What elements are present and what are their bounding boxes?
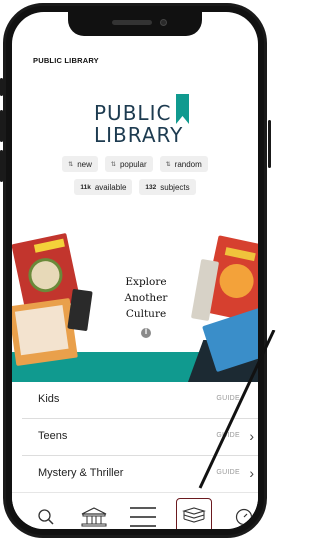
sort-chip-row: ⇅ new ⇅ popular ⇅ random — [12, 156, 258, 172]
page-title: PUBLIC LIBRARY — [33, 56, 99, 65]
sort-icon: ⇅ — [165, 161, 171, 168]
tab-books[interactable] — [176, 498, 212, 529]
hero-line-2: Another — [124, 292, 168, 304]
tab-menu[interactable] — [127, 501, 159, 529]
tab-history[interactable] — [228, 501, 258, 529]
subjects-count: 132 — [145, 183, 157, 191]
book-cover-left-bottom — [12, 297, 78, 367]
hero-banner[interactable]: Explore Another Culture ‖ — [12, 230, 258, 382]
guide-label: GUIDE — [216, 469, 240, 476]
hero-title: Explore Another Culture — [116, 274, 176, 322]
books-stack-icon — [182, 507, 206, 523]
speaker — [112, 20, 152, 25]
menu-icon — [130, 507, 156, 527]
category-list: Kids GUIDE Teens GUIDE › Mystery & Thril… — [22, 382, 258, 493]
guide-label: GUIDE — [216, 395, 240, 402]
chip-random[interactable]: ⇅ random — [159, 156, 208, 172]
list-item[interactable]: Mystery & Thriller GUIDE › — [22, 456, 258, 493]
stats-chip-row: 11k available 132 subjects — [12, 179, 258, 195]
public-library-logo: PUBLIC LIBRARY — [94, 90, 194, 150]
available-count: 11k — [80, 183, 91, 191]
subjects-label: subjects — [160, 182, 190, 192]
hero-line-1: Explore — [125, 276, 167, 288]
book-cover-dark — [67, 288, 93, 332]
hero-line-3: Culture — [125, 308, 167, 320]
chip-new[interactable]: ⇅ new — [62, 156, 98, 172]
chip-new-label: new — [77, 159, 92, 169]
list-item[interactable]: Kids GUIDE — [22, 382, 258, 419]
chevron-right-icon: › — [249, 465, 254, 481]
logo-line-2: LIBRARY — [94, 123, 184, 147]
category-label: Kids — [38, 393, 60, 405]
clock-icon — [235, 508, 253, 526]
notch — [68, 12, 202, 36]
sort-icon: ⇅ — [68, 161, 74, 168]
guide-label: GUIDE — [216, 432, 240, 439]
screen: PUBLIC LIBRARY PUBLIC LIBRARY ⇅ new ⇅ popu… — [12, 12, 258, 529]
chip-popular-label: popular — [119, 159, 147, 169]
bookmark-flag-icon — [176, 94, 189, 124]
side-button-right — [268, 120, 271, 168]
camera — [160, 19, 167, 26]
chevron-right-icon: › — [249, 428, 254, 444]
category-label: Teens — [38, 430, 68, 442]
list-item[interactable]: Teens GUIDE › — [22, 419, 258, 456]
search-icon — [38, 509, 54, 525]
sort-icon: ⇅ — [110, 161, 116, 168]
chip-random-label: random — [174, 159, 202, 169]
tab-search[interactable] — [30, 501, 62, 529]
phone-frame: PUBLIC LIBRARY PUBLIC LIBRARY ⇅ new ⇅ popu… — [3, 3, 267, 538]
top-bar: PUBLIC LIBRARY — [12, 36, 258, 66]
chip-available[interactable]: 11k available — [74, 179, 133, 195]
pause-icon[interactable]: ‖ — [141, 328, 151, 338]
chip-popular[interactable]: ⇅ popular — [104, 156, 153, 172]
logo-line-1: PUBLIC — [94, 101, 172, 125]
category-label: Mystery & Thriller — [38, 467, 124, 479]
chip-subjects[interactable]: 132 subjects — [139, 179, 196, 195]
library-building-icon — [81, 507, 107, 527]
tab-library[interactable] — [78, 501, 110, 529]
available-label: available — [94, 182, 127, 192]
tab-bar — [12, 492, 258, 529]
